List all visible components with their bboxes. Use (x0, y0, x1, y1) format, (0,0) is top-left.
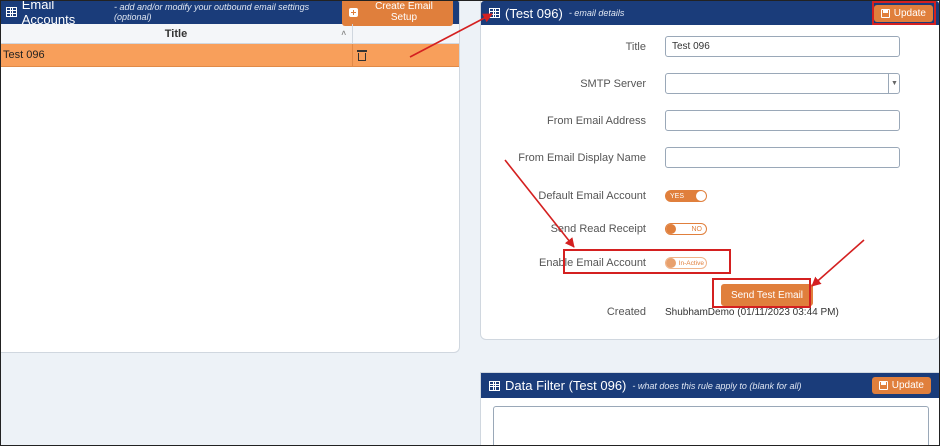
from-address-row: From Email Address (481, 110, 940, 131)
from-display-input[interactable] (665, 147, 900, 168)
smtp-value[interactable] (665, 73, 900, 94)
accounts-table-header: Title ˄ (0, 24, 459, 44)
email-accounts-panel: Email Accounts - add and/or modify your … (0, 0, 460, 353)
row-actions (353, 44, 459, 66)
save-icon (878, 381, 888, 390)
smtp-label: SMTP Server (580, 77, 646, 90)
update-filter-label: Update (891, 380, 924, 391)
email-details-panel: (Test 096) - email details Update Title … (480, 0, 940, 340)
created-label: Created (606, 306, 646, 318)
column-header-title[interactable]: Title ˄ (0, 24, 353, 43)
from-address-input[interactable] (665, 110, 900, 131)
created-value: ShubhamDemo (01/11/2023 03:44 PM) (665, 306, 839, 318)
created-row: Created ShubhamDemo (01/11/2023 03:44 PM… (481, 306, 940, 318)
send-test-email-button[interactable]: Send Test Email (721, 284, 813, 306)
column-header-actions (353, 24, 459, 43)
smtp-row: SMTP Server ▼ (481, 73, 940, 94)
from-address-label: From Email Address (546, 114, 646, 127)
data-filter-input[interactable] (493, 406, 929, 446)
email-details-subtitle: - email details (568, 8, 625, 18)
data-filter-header: Data Filter (Test 096) - what does this … (481, 373, 939, 398)
grid-icon (489, 380, 500, 391)
enable-account-toggle[interactable]: In-Active (665, 257, 707, 269)
enable-label: Enable Email Account (538, 257, 646, 269)
send-test-row: Send Test Email (481, 284, 940, 306)
toggle-knob (666, 224, 676, 234)
data-filter-panel: Data Filter (Test 096) - what does this … (480, 372, 940, 446)
chevron-down-icon[interactable]: ▼ (888, 73, 900, 94)
from-display-label: From Email Display Name (518, 151, 646, 164)
default-toggle-text: YES (670, 192, 685, 200)
data-filter-title: Data Filter (Test 096) (505, 378, 627, 393)
email-accounts-subtitle: - add and/or modify your outbound email … (114, 2, 310, 22)
enable-row: Enable Email Account In-Active (481, 257, 940, 269)
default-row: Default Email Account YES (481, 190, 940, 202)
title-row: Title (481, 36, 940, 57)
email-accounts-title: Email Accounts (21, 0, 76, 27)
receipt-row: Send Read Receipt NO (481, 223, 940, 235)
read-receipt-toggle[interactable]: NO (665, 223, 707, 235)
title-label: Title (625, 40, 646, 53)
table-row[interactable]: Test 096 (0, 44, 459, 67)
email-details-header: (Test 096) - email details Update (481, 1, 939, 25)
update-label: Update (893, 7, 926, 19)
trash-icon[interactable] (357, 49, 367, 61)
data-filter-subtitle: - what does this rule apply to (blank fo… (632, 380, 802, 391)
sort-caret-icon[interactable]: ˄ (341, 24, 346, 44)
create-email-setup-button[interactable]: Create Email Setup (342, 0, 453, 26)
update-email-button[interactable]: Update (873, 4, 933, 22)
title-input[interactable] (665, 36, 900, 57)
grid-icon (489, 8, 500, 18)
default-label: Default Email Account (538, 190, 646, 202)
update-filter-button[interactable]: Update (871, 377, 931, 394)
plus-icon (349, 7, 358, 17)
row-title[interactable]: Test 096 (0, 44, 353, 66)
default-account-toggle[interactable]: YES (665, 190, 707, 202)
enable-toggle-text: In-Active (678, 259, 704, 267)
from-display-row: From Email Display Name (481, 147, 940, 168)
grid-icon (6, 7, 17, 17)
smtp-select[interactable]: ▼ (665, 73, 900, 94)
email-details-title: (Test 096) (505, 5, 563, 21)
column-title-label: Title (164, 28, 188, 40)
email-accounts-header: Email Accounts - add and/or modify your … (0, 0, 459, 27)
toggle-knob (666, 258, 676, 268)
toggle-knob (696, 191, 706, 201)
receipt-label: Send Read Receipt (550, 223, 646, 235)
create-email-setup-label: Create Email Setup (375, 1, 433, 23)
save-icon (880, 8, 890, 18)
receipt-toggle-text: NO (691, 225, 703, 233)
